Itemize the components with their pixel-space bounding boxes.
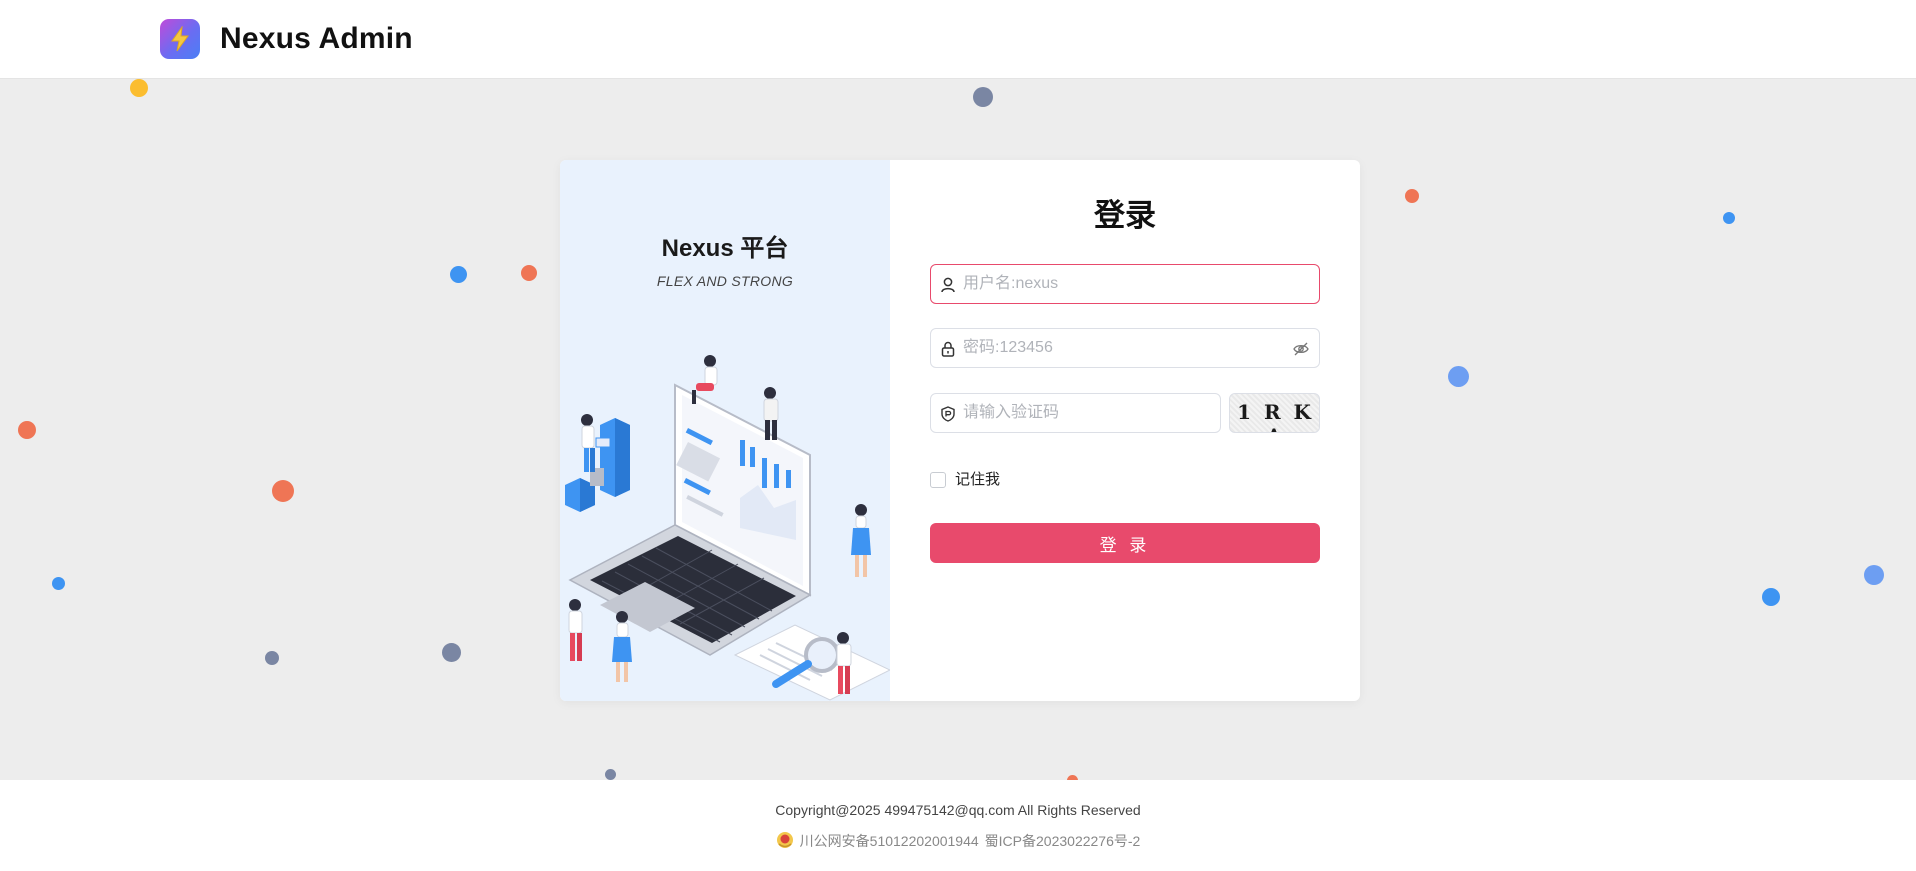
decorative-dot bbox=[1864, 565, 1884, 585]
password-field[interactable] bbox=[930, 328, 1320, 368]
decorative-dot bbox=[1723, 212, 1735, 224]
footer: Copyright@2025 499475142@qq.com All Righ… bbox=[0, 780, 1916, 871]
copyright-text: Copyright@2025 499475142@qq.com All Righ… bbox=[775, 802, 1141, 818]
password-input[interactable] bbox=[963, 329, 1263, 367]
username-input[interactable] bbox=[963, 265, 1303, 303]
user-icon bbox=[941, 277, 955, 293]
decorative-dot bbox=[442, 643, 461, 662]
brand-title[interactable]: Nexus Admin bbox=[220, 20, 413, 58]
captcha-input[interactable] bbox=[963, 394, 1208, 432]
team-laptop-illustration bbox=[565, 355, 890, 701]
decorative-dot bbox=[973, 87, 993, 107]
police-record-link[interactable]: 川公网安备51012202001944 bbox=[800, 833, 979, 849]
decorative-dot bbox=[605, 769, 616, 780]
intro-panel: Nexus 平台 FLEX AND STRONG bbox=[560, 160, 890, 701]
login-panel: 登录 用户名:nexus 请输入验证码 1 R K 记住我 登 录 bbox=[890, 160, 1360, 701]
shield-icon bbox=[941, 406, 955, 422]
decorative-dot bbox=[1405, 189, 1419, 203]
decorative-dot bbox=[521, 265, 537, 281]
remember-checkbox[interactable] bbox=[930, 472, 946, 488]
lock-icon bbox=[941, 341, 955, 357]
captcha-field[interactable] bbox=[930, 393, 1221, 433]
platform-title: Nexus 平台 bbox=[661, 235, 789, 262]
decorative-dot bbox=[130, 79, 148, 97]
platform-subtitle: FLEX AND STRONG bbox=[656, 273, 794, 289]
captcha-code: 1 R K A bbox=[1237, 400, 1314, 432]
decorative-dot bbox=[52, 577, 65, 590]
decorative-dot bbox=[1448, 366, 1469, 387]
login-card: Nexus 平台 FLEX AND STRONG 登录 用户名:nexus 请输… bbox=[560, 160, 1360, 701]
decorative-dot bbox=[450, 266, 467, 283]
record-info: 川公网安备51012202001944 蜀ICP备2023022276号-2 bbox=[0, 831, 1916, 851]
decorative-dot bbox=[1762, 588, 1780, 606]
eye-hidden-icon[interactable] bbox=[1293, 341, 1309, 357]
decorative-dot bbox=[272, 480, 294, 502]
remember-label[interactable]: 记住我 bbox=[955, 471, 1000, 489]
decorative-dot bbox=[265, 651, 279, 665]
decorative-dot bbox=[18, 421, 36, 439]
lightning-icon[interactable] bbox=[160, 19, 200, 59]
icp-record-link[interactable]: 蜀ICP备2023022276号-2 bbox=[985, 833, 1141, 849]
username-field[interactable] bbox=[930, 264, 1320, 304]
captcha-image[interactable]: 1 R K A bbox=[1229, 393, 1320, 433]
login-title: 登录 bbox=[1094, 198, 1156, 233]
login-button[interactable]: 登 录 bbox=[930, 523, 1320, 563]
top-header: Nexus Admin bbox=[0, 0, 1916, 79]
police-badge-icon bbox=[776, 832, 793, 848]
